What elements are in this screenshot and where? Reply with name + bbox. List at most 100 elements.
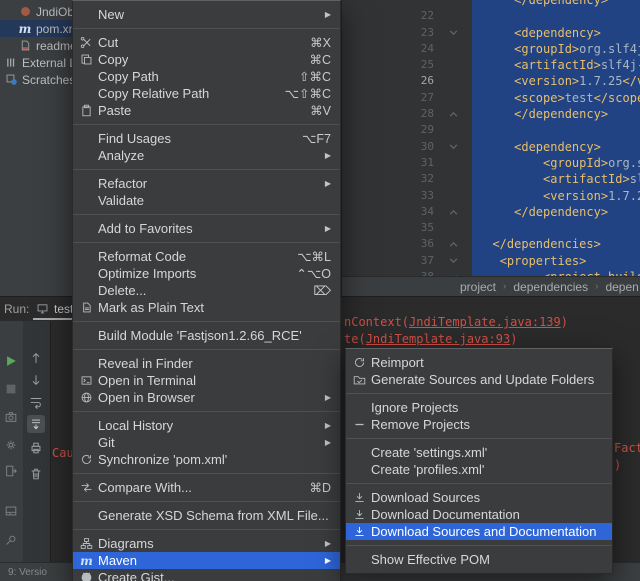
diagram-icon (78, 536, 95, 551)
menu-item-generate-xsd-schema-from-xml-file[interactable]: Generate XSD Schema from XML File... (73, 507, 340, 524)
menu-item-reveal-in-finder[interactable]: Reveal in Finder (73, 355, 340, 372)
menu-item-optimize-imports[interactable]: Optimize Imports⌃⌥O (73, 265, 340, 282)
exit-icon[interactable] (2, 462, 20, 480)
menu-item-maven[interactable]: mMaven▶ (73, 552, 340, 569)
stop-icon[interactable] (2, 380, 20, 398)
fold-gutter[interactable] (434, 188, 472, 204)
menu-item-git[interactable]: Git ▶ (73, 434, 340, 451)
layout-icon[interactable] (2, 502, 20, 520)
menu-item-open-in-terminal[interactable]: Open in Terminal (73, 372, 340, 389)
camera-icon[interactable] (2, 408, 20, 426)
fold-up-icon[interactable] (434, 106, 472, 122)
trash-icon[interactable] (27, 465, 45, 483)
line-number: 24 (342, 41, 434, 57)
plain-text-icon (78, 300, 95, 315)
menu-item-paste[interactable]: Paste⌘V (73, 102, 340, 119)
menu-item-label: Git (98, 435, 115, 450)
menu-item-cut[interactable]: Cut⌘X (73, 34, 340, 51)
fold-up-icon[interactable] (434, 236, 472, 252)
menu-item-create-gist[interactable]: Create Gist... (73, 569, 340, 581)
menu-item-show-effective-pom[interactable]: Show Effective POM (346, 551, 612, 568)
code-text: <artifactId>slf4j- (472, 171, 640, 187)
menu-item-reimport[interactable]: Reimport (346, 354, 612, 371)
code-line: 26 <version>1.7.25</versi (342, 73, 640, 89)
soft-wrap-icon[interactable] (27, 393, 45, 411)
code-text: <version>1.7.25</v (472, 188, 640, 204)
menu-item-download-documentation[interactable]: Download Documentation (346, 506, 612, 523)
menu-item-copy-path[interactable]: Copy Path⇧⌘C (73, 68, 340, 85)
menu-item-label: Download Documentation (371, 507, 520, 522)
status-bar-text[interactable]: 9: Versio (8, 567, 47, 578)
code-line: 23 <dependency> (342, 25, 640, 41)
fold-down-icon[interactable] (434, 269, 472, 276)
menu-item-new[interactable]: New▶ (73, 6, 340, 23)
menu-item-shortcut: ⌥F7 (290, 131, 331, 146)
stack-trace-link[interactable]: JndiTemplate.java:139 (409, 315, 561, 329)
fold-gutter[interactable] (434, 122, 472, 138)
menu-item-diagrams[interactable]: Diagrams▶ (73, 535, 340, 552)
menu-item-delete[interactable]: Delete...⌦ (73, 282, 340, 299)
play-icon[interactable] (2, 352, 20, 370)
sync-icon (78, 452, 95, 467)
fold-gutter[interactable] (434, 41, 472, 57)
submenu-arrow-icon: ▶ (313, 438, 331, 447)
menu-item-label: Create 'profiles.xml' (371, 462, 484, 477)
scroll-to-end-icon[interactable] (27, 415, 45, 433)
editor-pane[interactable]: </dependency>2223 <dependency>24 <groupI… (341, 0, 640, 276)
empty-icon (351, 552, 368, 567)
menu-item-download-sources[interactable]: Download Sources (346, 489, 612, 506)
menu-item-mark-as-plain-text[interactable]: Mark as Plain Text (73, 299, 340, 316)
menu-item-local-history[interactable]: Local History▶ (73, 417, 340, 434)
up-arrow-icon[interactable] (27, 349, 45, 367)
fold-gutter[interactable] (434, 57, 472, 73)
menu-item-download-sources-and-documentation[interactable]: Download Sources and Documentation (346, 523, 612, 540)
menu-item-remove-projects[interactable]: Remove Projects (346, 416, 612, 433)
fold-gutter[interactable] (434, 171, 472, 187)
fold-gutter[interactable] (434, 220, 472, 236)
menu-item-open-in-browser[interactable]: Open in Browser▶ (73, 389, 340, 406)
fold-gutter[interactable] (434, 155, 472, 171)
menu-item-shortcut: ⌘V (298, 103, 331, 118)
fold-up-icon[interactable] (434, 204, 472, 220)
menu-separator (73, 473, 340, 474)
menu-item-ignore-projects[interactable]: Ignore Projects (346, 399, 612, 416)
pin-icon[interactable] (2, 532, 20, 550)
menu-item-label: Diagrams (98, 536, 154, 551)
menu-item-analyze[interactable]: Analyze▶ (73, 147, 340, 164)
breadcrumb-item-dependencies[interactable]: dependencies (513, 280, 588, 294)
monitor-icon (36, 302, 50, 316)
fold-gutter[interactable] (434, 90, 472, 106)
stack-trace-text: te( (344, 332, 366, 346)
menu-item-copy[interactable]: Copy⌘C (73, 51, 340, 68)
menu-item-synchronize-pom-xml[interactable]: Synchronize 'pom.xml' (73, 451, 340, 468)
menu-item-find-usages[interactable]: Find Usages⌥F7 (73, 130, 340, 147)
down-arrow-icon[interactable] (27, 371, 45, 389)
code-text: </dependency> (472, 0, 608, 8)
stack-trace-link[interactable]: JndiTemplate.java:93 (366, 332, 511, 346)
menu-item-create-settings-xml[interactable]: Create 'settings.xml' (346, 444, 612, 461)
menu-item-reformat-code[interactable]: Reformat Code⌥⌘L (73, 248, 340, 265)
fold-gutter[interactable] (434, 8, 472, 24)
menu-item-label: Refactor (98, 176, 147, 191)
menu-item-generate-sources-and-update-folders[interactable]: Generate Sources and Update Folders (346, 371, 612, 388)
menu-item-create-profiles-xml[interactable]: Create 'profiles.xml' (346, 461, 612, 478)
print-icon[interactable] (27, 439, 45, 457)
gear-icon[interactable] (2, 436, 20, 454)
fold-gutter[interactable] (434, 73, 472, 89)
menu-item-validate[interactable]: Validate (73, 192, 340, 209)
breadcrumb-item-project[interactable]: project (460, 280, 496, 294)
run-tab-test[interactable]: test (54, 302, 73, 316)
menu-item-build-module-fastjson1-2-66-rce[interactable]: Build Module 'Fastjson1.2.66_RCE' (73, 327, 340, 344)
fold-down-icon[interactable] (434, 25, 472, 41)
breadcrumb-item-depen[interactable]: depen (605, 280, 638, 294)
menu-item-refactor[interactable]: Refactor▶ (73, 175, 340, 192)
fold-down-icon[interactable] (434, 253, 472, 269)
fold-down-icon[interactable] (434, 139, 472, 155)
empty-icon (78, 435, 95, 450)
empty-icon (351, 445, 368, 460)
menu-item-add-to-favorites[interactable]: Add to Favorites▶ (73, 220, 340, 237)
ide-screen: JndiObmpom.xmreadmeExternal LScratches <… (0, 0, 640, 581)
fold-gutter[interactable] (434, 0, 472, 8)
menu-item-compare-with[interactable]: Compare With...⌘D (73, 479, 340, 496)
menu-item-copy-relative-path[interactable]: Copy Relative Path⌥⇧⌘C (73, 85, 340, 102)
